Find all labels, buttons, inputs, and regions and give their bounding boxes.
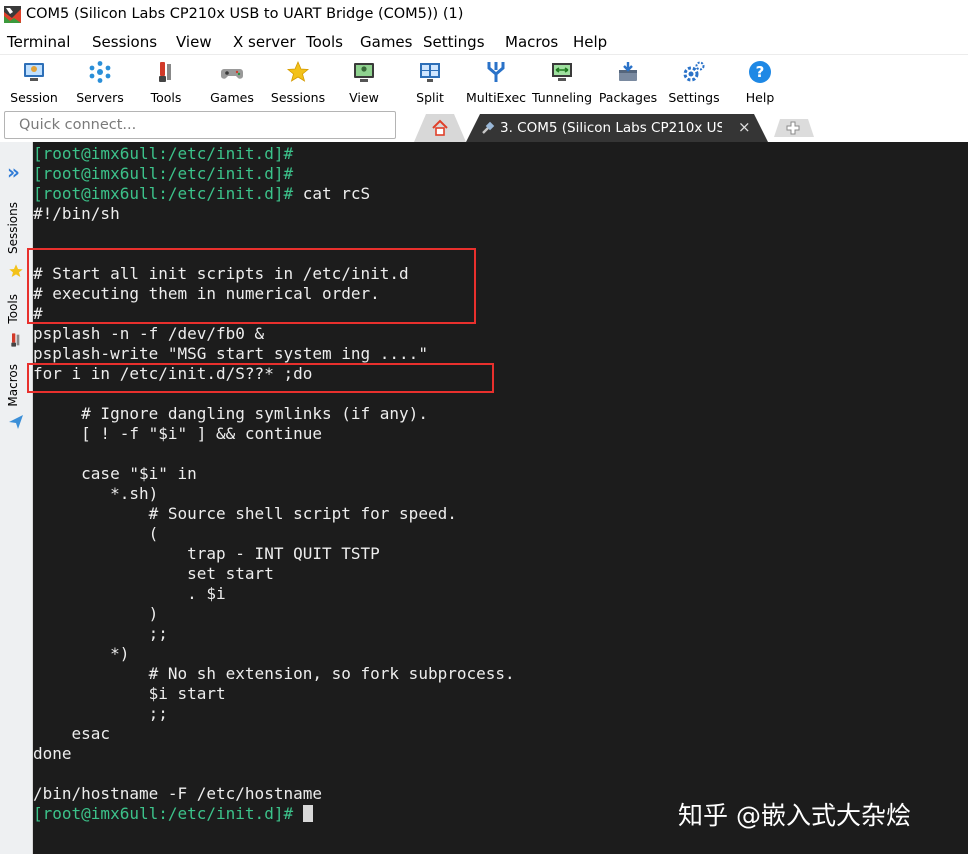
sidebar-tab-macros[interactable]: Macros [6, 364, 26, 407]
packages-icon [619, 62, 637, 81]
menu-terminal[interactable]: Terminal [7, 33, 70, 51]
games-icon [221, 69, 243, 79]
terminal-line: # Source shell script for speed. [33, 504, 457, 523]
terminal-line: # No sh extension, so fork subprocess. [33, 664, 515, 683]
terminal-line: trap - INT QUIT TSTP [33, 544, 380, 563]
terminal-line: [ ! -f "$i" ] && continue [33, 424, 322, 443]
star-icon [286, 60, 310, 82]
new-tab-button[interactable] [774, 119, 814, 137]
terminal-line: ) [33, 604, 159, 623]
terminal-line: . $i [33, 584, 226, 603]
terminal-line: #!/bin/sh [33, 204, 120, 223]
menu-help[interactable]: Help [573, 33, 607, 51]
serial-plug-icon [482, 121, 495, 134]
menu-sessions[interactable]: Sessions [92, 33, 157, 51]
terminal-line: ;; [33, 624, 168, 643]
terminal-line: esac [33, 724, 111, 743]
view-icon [354, 63, 374, 82]
terminal-line: *.sh) [33, 484, 159, 503]
terminal-line: psplash-write "MSG start system ing ....… [33, 344, 428, 363]
terminal-line: ;; [33, 704, 168, 723]
tab-com5-session[interactable]: 3. COM5 (Silicon Labs CP210x USB × [466, 114, 768, 142]
title-bar: COM5 (Silicon Labs CP210x USB to UART Br… [0, 0, 968, 30]
star-icon [9, 264, 23, 277]
window-title: COM5 (Silicon Labs CP210x USB to UART Br… [26, 6, 464, 22]
terminal-area[interactable]: [root@imx6ull:/etc/init.d]# [root@imx6ul… [27, 142, 968, 854]
toolbar: Session Servers Tools Games Sessions Vie… [0, 54, 968, 111]
plus-icon [786, 121, 800, 135]
terminal-line: set start [33, 564, 274, 583]
menu-view[interactable]: View [176, 33, 212, 51]
tab-home[interactable] [414, 114, 466, 142]
terminal-line: case "$i" in [33, 464, 197, 483]
highlight-box-comment [27, 248, 476, 324]
tools-icon [159, 62, 171, 82]
terminal-line: ( [33, 524, 159, 543]
terminal-cursor [302, 805, 313, 822]
split-icon [420, 63, 440, 82]
terminal-line: /bin/hostname -F /etc/hostname [33, 784, 322, 803]
sidebar-tab-tools[interactable]: Tools [6, 294, 26, 324]
session-icon [24, 63, 44, 81]
gear-icon [683, 61, 705, 82]
terminal-line: [root@imx6ull:/etc/init.d]# [33, 144, 294, 163]
terminal-prompt-line: [root@imx6ull:/etc/init.d]# [33, 804, 313, 824]
terminal-line: $i start [33, 684, 226, 703]
quick-connect-input[interactable] [4, 111, 396, 139]
terminal-line: *) [33, 644, 130, 663]
multiexec-icon [487, 62, 505, 82]
terminal-line: # Ignore dangling symlinks (if any). [33, 404, 428, 423]
home-icon [432, 119, 448, 136]
terminal-line: psplash -n -f /dev/fb0 & [33, 324, 265, 343]
tools-icon [11, 333, 20, 347]
menu-macros[interactable]: Macros [505, 33, 558, 51]
help-icon: ? [749, 61, 771, 83]
toolbar-help-button[interactable]: ? Help [727, 57, 793, 109]
terminal-line: [root@imx6ull:/etc/init.d]# [33, 164, 294, 183]
tunneling-icon [552, 63, 572, 81]
paper-plane-icon [9, 415, 23, 429]
tab-title: 3. COM5 (Silicon Labs CP210x USB [500, 120, 722, 136]
menu-tools[interactable]: Tools [306, 33, 343, 51]
menu-x-server[interactable]: X server [233, 33, 296, 51]
tab-close-icon[interactable]: × [738, 118, 751, 136]
menu-games[interactable]: Games [360, 33, 412, 51]
watermark-text: 知乎 @嵌入式大杂烩 [678, 801, 911, 830]
mobaxterm-app-icon [4, 6, 21, 23]
terminal-line: [root@imx6ull:/etc/init.d]# cat rcS [33, 184, 371, 203]
sidebar-expand-icon[interactable]: » [7, 160, 20, 184]
svg-text:?: ? [756, 63, 765, 81]
menu-bar: Terminal Sessions View X server Tools Ga… [0, 30, 968, 54]
highlight-box-for-loop [27, 363, 494, 393]
menu-settings[interactable]: Settings [423, 33, 485, 51]
servers-icon [89, 61, 111, 83]
terminal-line: done [33, 744, 72, 763]
sidebar-tab-sessions[interactable]: Sessions [6, 202, 26, 254]
tab-row: 3. COM5 (Silicon Labs CP210x USB × [0, 110, 968, 142]
